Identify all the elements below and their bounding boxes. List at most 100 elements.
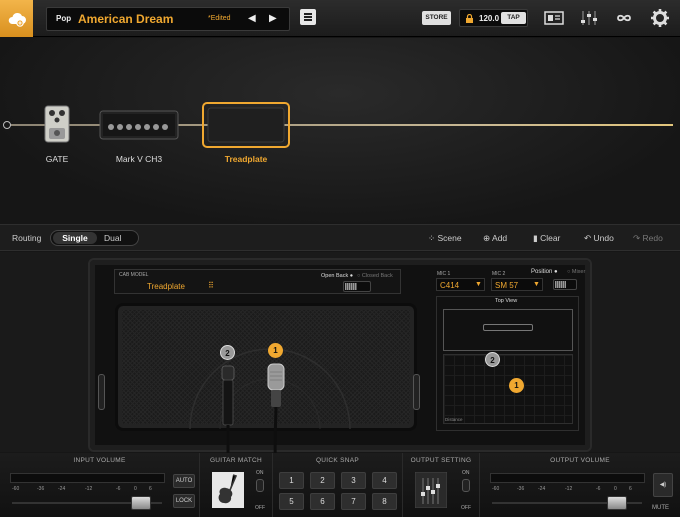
quick-snap-6-button[interactable]: 6 [310,493,335,510]
cab-module[interactable] [202,102,290,148]
tuner-icon[interactable] [544,8,564,28]
guitar-icon[interactable] [212,472,244,508]
loop-icon[interactable] [614,8,634,28]
routing-dual-button[interactable]: Dual [104,232,121,244]
position-mixer-switch[interactable] [553,279,577,290]
quick-snap-7-button[interactable]: 7 [341,493,366,510]
closed-back-option[interactable]: ○ Closed Back [357,273,393,279]
lock-icon[interactable] [465,14,474,23]
output-volume-fader[interactable] [606,496,627,510]
output-setting-switch[interactable] [462,479,470,492]
quick-snap-5-button[interactable]: 5 [279,493,304,510]
chevron-down-icon: ▼ [475,281,482,288]
tempo-value[interactable]: 120.0 [479,14,499,23]
mixer-option[interactable]: ○ Mixer [567,269,585,275]
prev-arrow-icon[interactable]: ◀ [248,13,256,24]
quick-snap-8-button[interactable]: 8 [372,493,397,510]
mute-label: MUTE [652,505,669,511]
preset-selector[interactable]: Pop American Dream *Edited ◀ ▶ [46,7,290,31]
preset-name: American Dream [78,12,174,26]
output-setting-title: OUTPUT SETTING [410,457,472,464]
chevron-down-icon: ▼ [533,281,540,288]
top-view-grid [443,354,573,424]
guitar-match-title: GUITAR MATCH [209,457,263,464]
undo-icon: ↶ [584,233,592,243]
scene-icon: ⁘ [428,233,436,243]
mic2-label: MIC 2 [492,271,506,277]
quick-snap-1-button[interactable]: 1 [279,472,304,489]
tap-tempo-button[interactable]: TAP [501,12,526,24]
mic1-number-badge[interactable]: 1 [268,343,283,358]
routing-bar: Routing Single Dual ⁘ Scene ⊕ Add ▮ Clea… [0,224,680,251]
signal-input-node [3,121,11,129]
cab-model-name: Treadplate [147,282,185,291]
output-setting-section: OUTPUT SETTING ON OFF [403,453,480,517]
gate-label: GATE [45,154,69,164]
top-view-handle [483,324,533,331]
mixer-icon[interactable] [579,8,599,28]
speaker-icon[interactable]: ◀) [653,473,673,497]
cab-model-label: CAB MODEL [119,272,149,278]
next-arrow-icon[interactable]: ▶ [269,13,277,24]
back-type-switch[interactable] [343,281,371,292]
cab-model-panel[interactable]: CAB MODEL Treadplate ⠿ Open Back ● ○ Clo… [114,269,401,294]
input-volume-title: INPUT VOLUME [73,457,126,464]
distance-label: Distance [445,417,463,422]
top-view-mic2-marker[interactable]: 2 [485,352,500,367]
output-volume-section: OUTPUT VOLUME -60 -36 -24 -12 -6 0 6 ◀) … [480,453,680,517]
quick-snap-title: QUICK SNAP [315,457,360,464]
lock-button[interactable]: LOCK [173,494,195,508]
mic1-select[interactable]: C414 ▼ [436,278,485,291]
quick-snap-2-button[interactable]: 2 [310,472,335,489]
gear-icon[interactable] [650,8,670,28]
amp-module[interactable] [99,110,179,140]
routing-single-button[interactable]: Single [53,232,97,244]
quick-snap-3-button[interactable]: 3 [341,472,366,489]
position-option[interactable]: Position ● [531,269,558,275]
preset-category: Pop [56,14,72,23]
quick-snap-4-button[interactable]: 4 [372,472,397,489]
bottom-control-bar: INPUT VOLUME -60 -36 -24 -12 -6 0 6 AUTO… [0,453,680,517]
routing-toggle: Single Dual [50,230,139,246]
cab-handle-left [98,374,105,410]
mic1-label: MIC 1 [437,271,451,277]
input-volume-section: INPUT VOLUME -60 -36 -24 -12 -6 0 6 AUTO… [0,453,200,517]
cab-grid-icon[interactable]: ⠿ [208,281,214,290]
gate-pedal[interactable] [44,105,70,143]
app-window: Pop American Dream *Edited ◀ ▶ STORE 120… [0,0,680,517]
cab-label: Treadplate [224,154,268,164]
output-eq-icon[interactable] [415,472,447,508]
mic2-select[interactable]: SM 57 ▼ [491,278,543,291]
clear-button[interactable]: ▮ Clear [533,233,560,244]
menu-icon[interactable] [300,9,316,25]
cloud-logo-icon[interactable] [0,0,33,37]
top-bar: Pop American Dream *Edited ◀ ▶ STORE 120… [0,0,680,37]
undo-button[interactable]: ↶ Undo [584,233,614,244]
store-button[interactable]: STORE [422,11,451,25]
auto-button[interactable]: AUTO [173,474,195,488]
top-view-label: Top View [495,298,518,304]
mic2-number-badge[interactable]: 2 [220,345,235,360]
scene-button[interactable]: ⁘ Scene [428,233,462,244]
quick-snap-section: QUICK SNAP 1 2 3 4 5 6 7 8 [273,453,403,517]
guitar-match-switch[interactable] [256,479,264,492]
signal-chain: GATE Mark V CH3 Treadplate [0,38,680,223]
input-level-meter [10,473,165,483]
open-back-option[interactable]: Open Back ● [321,273,353,279]
redo-button[interactable]: ↷ Redo [633,233,663,244]
top-view-mic1-marker[interactable]: 1 [509,378,524,393]
mic-top-view[interactable]: Top View 2 1 Distance [436,296,579,431]
input-volume-fader[interactable] [131,496,151,510]
amp-label: Mark V CH3 [115,154,163,164]
tempo-control: 120.0 TAP [459,9,528,27]
add-button[interactable]: ⊕ Add [483,233,507,244]
cab-handle-right [413,374,420,410]
output-level-meter [490,473,645,483]
trash-icon: ▮ [533,233,538,243]
routing-label: Routing [12,233,42,243]
redo-icon: ↷ [633,233,641,243]
output-volume-title: OUTPUT VOLUME [550,457,610,464]
preset-edited-badge: *Edited [208,15,231,22]
add-icon: ⊕ [483,233,491,243]
guitar-match-section: GUITAR MATCH ON OFF [200,453,273,517]
